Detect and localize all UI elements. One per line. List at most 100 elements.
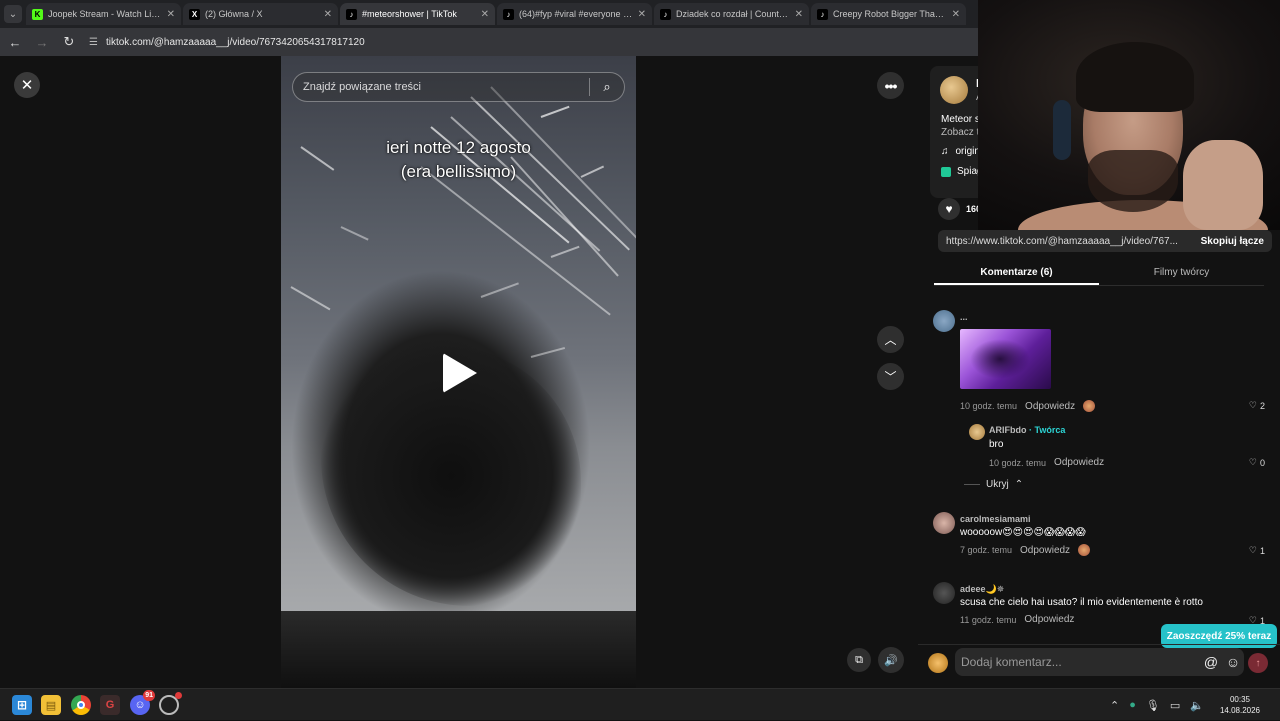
ground (281, 611, 636, 688)
comment-author[interactable]: ... (960, 312, 968, 322)
app-icon[interactable] (159, 692, 182, 715)
related-search-bar: ⌕ (292, 72, 625, 102)
comment-input[interactable] (961, 655, 1200, 669)
comment-author[interactable]: carolmesiamami (960, 514, 1031, 524)
floating-player-icon[interactable]: ⧉ (847, 648, 871, 672)
tab-title: Joopek Stream - Watch Live on (48, 9, 162, 19)
comment-like[interactable]: ♡ 1 (1249, 545, 1265, 556)
share-link-text[interactable]: https://www.tiktok.com/@hamzaaaaa__j/vid… (938, 236, 1193, 247)
browser-tab[interactable]: X (2) Główna / X ✕ (183, 3, 338, 25)
heart-outline-icon: ♡ (1248, 545, 1257, 555)
browser-tab[interactable]: K Joopek Stream - Watch Live on ✕ (26, 3, 181, 25)
site-info-icon[interactable]: ☰ (89, 37, 98, 48)
tabs-container: K Joopek Stream - Watch Live on ✕ X (2) Głów… (26, 3, 966, 25)
comment-author[interactable]: adeee🌙✵ (960, 584, 1004, 595)
copy-link-button[interactable]: Skopiuj łącze (1193, 236, 1272, 247)
mention-icon[interactable]: @ (1200, 654, 1222, 670)
browser-tab[interactable]: ♪ #meteorshower | TikTok ✕ (340, 3, 495, 25)
avatar[interactable] (969, 424, 985, 440)
comment-text: scusa che cielo hai usato? il mio eviden… (960, 597, 1203, 608)
browser-tab[interactable]: ♪ (64)#fyp #viral #everyone #blo ✕ (497, 3, 652, 25)
share-link-row: https://www.tiktok.com/@hamzaaaaa__j/vid… (938, 230, 1272, 252)
navigation-bar: ← → ↻ ☰ tiktok.com/@hamzaaaaa__j/video/7… (0, 28, 980, 56)
music-note-icon: ♫ (941, 146, 949, 157)
my-avatar (928, 653, 948, 673)
volume-icon[interactable]: 🔊 (878, 647, 904, 673)
tiktok-icon: ♪ (346, 8, 357, 20)
chrome-icon[interactable] (71, 695, 91, 715)
location-row[interactable]: Spiag (941, 166, 983, 177)
file-explorer-icon[interactable]: ▤ (41, 695, 61, 715)
hide-replies[interactable]: Ukryj ⌃ (964, 479, 1023, 490)
avatar[interactable] (933, 512, 955, 534)
discord-icon[interactable]: ☺ 91 (130, 690, 155, 715)
close-tab-icon[interactable]: ✕ (952, 9, 960, 20)
tiktok-icon: ♪ (817, 8, 828, 20)
close-icon[interactable]: ✕ (14, 72, 40, 98)
music-title: origin (955, 146, 980, 157)
reply-author[interactable]: ARIFbdo · Twórca (989, 425, 1065, 435)
reply-button[interactable]: Odpowiedz (1025, 401, 1075, 412)
windows-start-icon[interactable]: ⊞ (12, 695, 32, 715)
browser-tab[interactable]: ♪ Dziadek co rozdał | Counter-Str ✕ (654, 3, 809, 25)
see-more-link[interactable]: Zobacz t (941, 127, 979, 138)
avatar[interactable] (933, 582, 955, 604)
search-icon[interactable]: ⌕ (590, 79, 624, 95)
address-bar[interactable]: ☰ tiktok.com/@hamzaaaaa__j/video/7673420… (89, 37, 365, 48)
creator-liked-icon (1083, 400, 1096, 412)
search-input[interactable] (303, 81, 589, 93)
video-player[interactable]: ieri notte 12 agosto (era bellissimo) (281, 56, 636, 688)
x-icon: X (189, 8, 200, 20)
reply-button[interactable]: Odpowiedz (1054, 457, 1104, 468)
emoji-icon[interactable]: ☺ (1222, 654, 1244, 670)
close-tab-icon[interactable]: ✕ (324, 9, 332, 20)
reply-button[interactable]: Odpowiedz (1020, 545, 1070, 556)
speaker-icon[interactable]: 🔈 (1190, 699, 1204, 712)
tab-comments[interactable]: Komentarze (6) (934, 262, 1099, 285)
comment-like[interactable]: ♡ 2 (1249, 400, 1265, 411)
comment-time: 11 godz. temu (960, 614, 1017, 625)
microphone-icon[interactable]: 🎙 (1146, 699, 1160, 712)
video-caption: ieri notte 12 agosto (era bellissimo) (281, 136, 636, 184)
send-icon[interactable]: ↑ (1248, 653, 1268, 673)
reload-icon[interactable]: ↻ (57, 34, 81, 50)
browser-tab[interactable]: ♪ Creepy Robot Bigger Than a Do ✕ (811, 3, 966, 25)
play-icon[interactable] (443, 353, 477, 393)
comment-gif[interactable] (960, 329, 1051, 389)
close-tab-icon[interactable]: ✕ (638, 9, 646, 20)
comment-like-count: 1 (1259, 545, 1265, 556)
tab-title: Dziadek co rozdał | Counter-Str (676, 9, 790, 19)
comments-list: ... 10 godz. temu Odpowiedz ♡ 2 ARIFbdo … (918, 296, 1280, 632)
tab-creator-videos[interactable]: Filmy twórcy (1099, 262, 1264, 285)
clock-date: 14.08.2026 (1219, 706, 1260, 715)
clock[interactable]: 00:35 14.08.2026 (1220, 694, 1260, 716)
tab-search-icon[interactable]: ⌄ (4, 5, 22, 23)
back-icon[interactable]: ← (3, 35, 27, 50)
heart-outline-icon: ♡ (1248, 457, 1257, 467)
close-tab-icon[interactable]: ✕ (167, 9, 175, 20)
previous-video-icon[interactable]: ︿ (877, 326, 904, 353)
tab-strip: ⌄ K Joopek Stream - Watch Live on ✕ X (2) Gł… (0, 0, 980, 28)
video-description: Meteor s (941, 114, 980, 125)
reply-button[interactable]: Odpowiedz (1024, 614, 1074, 625)
comment-like[interactable]: ♡ 0 (1249, 457, 1265, 468)
kick-icon: K (32, 8, 43, 20)
close-tab-icon[interactable]: ✕ (481, 9, 489, 20)
next-video-icon[interactable]: ﹀ (877, 363, 904, 390)
more-options-icon[interactable]: ••• (877, 72, 904, 99)
chevron-up-icon[interactable]: ⌃ (1110, 699, 1119, 712)
author-avatar[interactable] (940, 76, 968, 104)
heart-icon[interactable]: ♥ (938, 198, 960, 220)
notification-dot (175, 692, 182, 699)
game-app-icon[interactable]: G (100, 695, 120, 715)
video-stage: ✕ ieri notte 12 agosto (era bellissimo) … (0, 56, 918, 688)
display-icon[interactable]: ▭ (1170, 699, 1180, 712)
comment-item: adeee🌙✵ scusa che cielo hai usato? il mi… (933, 582, 1265, 630)
url-host: tiktok.com (105, 36, 151, 48)
heart-outline-icon: ♡ (1248, 400, 1257, 410)
avatar[interactable] (933, 310, 955, 332)
close-tab-icon[interactable]: ✕ (795, 9, 803, 20)
forward-icon[interactable]: → (30, 35, 54, 50)
music-row[interactable]: ♫ origin (941, 146, 980, 157)
tray-app-icon[interactable]: ● (1129, 699, 1136, 711)
